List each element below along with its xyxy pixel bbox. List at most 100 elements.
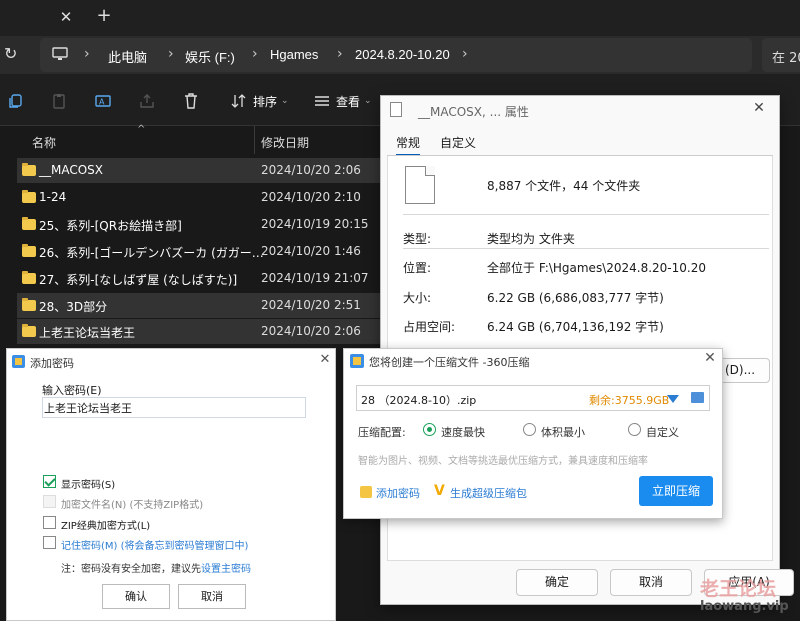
- list-item[interactable]: 上老王论坛当老王 2024/10/20 2:06: [17, 319, 387, 344]
- 360zip-logo-icon: [350, 354, 364, 368]
- list-item[interactable]: 28、3D部分 2024/10/20 2:51: [17, 293, 387, 318]
- vip-icon: V: [434, 483, 445, 499]
- remember-password-label[interactable]: 记住密码(M) (将会备忘到密码管理窗口中): [61, 537, 248, 552]
- breadcrumb-separator: ›: [252, 46, 258, 62]
- file-name: __MACOSX: [39, 163, 104, 177]
- refresh-icon[interactable]: ↻: [4, 45, 22, 63]
- share-icon[interactable]: [138, 92, 156, 110]
- paste-icon[interactable]: [50, 92, 68, 110]
- close-icon[interactable]: ✕: [317, 352, 333, 368]
- copy-icon[interactable]: [6, 92, 24, 110]
- breadcrumb-separator: ›: [337, 46, 343, 62]
- cancel-button[interactable]: 取消: [610, 569, 692, 596]
- super-pack-link[interactable]: 生成超级压缩包: [450, 485, 527, 501]
- monitor-icon: [52, 47, 68, 60]
- cancel-button[interactable]: 取消: [178, 584, 246, 609]
- folder-icon: [22, 244, 36, 257]
- config-label: 压缩配置:: [358, 426, 406, 439]
- remember-password-checkbox[interactable]: [43, 536, 56, 549]
- close-icon[interactable]: ✕: [749, 100, 769, 120]
- breadcrumb-drive[interactable]: 娱乐 (F:): [185, 47, 235, 66]
- close-icon[interactable]: ✕: [701, 350, 719, 368]
- folder-icon: [22, 271, 36, 284]
- confirm-button[interactable]: 确认: [102, 584, 170, 609]
- show-password-label[interactable]: 显示密码(S): [61, 476, 115, 491]
- set-master-password-link[interactable]: 设置主密码: [201, 564, 251, 575]
- ok-button[interactable]: 确定: [516, 569, 598, 596]
- list-item[interactable]: 1-24 2024/10/20 2:10: [17, 185, 387, 210]
- document-icon: [390, 102, 402, 117]
- password-value: 上老王论坛当老王: [44, 402, 132, 415]
- add-password-link[interactable]: 添加密码: [376, 485, 420, 501]
- list-item[interactable]: __MACOSX 2024/10/20 2:06: [17, 158, 387, 183]
- free-space: 剩余:3755.9GB: [589, 394, 670, 407]
- files-summary: 8,887 个文件，44 个文件夹: [487, 179, 641, 193]
- rename-icon[interactable]: A: [94, 92, 112, 110]
- view-menu-label[interactable]: 查看: [336, 93, 360, 110]
- list-item[interactable]: 27、系列-[なしばず屋 (なしばすた)] 2024/10/19 21:07: [17, 266, 387, 291]
- compress-dialog: 您将创建一个压缩文件 -360压缩 ✕ 28 （2024.8-10）.zip 剩…: [343, 348, 723, 519]
- show-password-checkbox[interactable]: [43, 475, 56, 488]
- chevron-down-icon: ⌄: [364, 96, 372, 106]
- disk-size-value: 6.24 GB (6,704,136,192 字节): [487, 320, 664, 334]
- location-value: 全部位于 F:\Hgames\2024.8.20-10.20: [487, 261, 706, 275]
- column-header-name[interactable]: 名称: [32, 134, 56, 151]
- column-divider[interactable]: [254, 126, 255, 154]
- sort-menu-label[interactable]: 排序: [253, 93, 277, 110]
- type-label: 类型:: [403, 232, 432, 246]
- radio-custom-label[interactable]: 自定义: [646, 424, 679, 440]
- sort-icon[interactable]: [230, 92, 248, 110]
- column-header-date[interactable]: 修改日期: [261, 134, 309, 151]
- folder-icon: [22, 217, 36, 230]
- sort-caret-icon: ^: [137, 124, 146, 135]
- multiple-files-icon: [405, 166, 435, 204]
- compress-now-button[interactable]: 立即压缩: [639, 476, 713, 506]
- breadcrumb-this-pc[interactable]: 此电脑: [108, 47, 147, 66]
- search-box[interactable]: 在 20: [762, 38, 800, 72]
- properties-title: __MACOSX, ... 属性: [418, 105, 529, 119]
- size-value: 6.22 GB (6,686,083,777 字节): [487, 291, 664, 305]
- tab-custom[interactable]: 自定义: [440, 134, 476, 151]
- radio-fastest[interactable]: [423, 423, 436, 436]
- add-password-title: 添加密码: [30, 357, 74, 370]
- encrypt-filename-label: 加密文件名(N) (不支持ZIP格式): [61, 500, 204, 511]
- attributes-button[interactable]: (D)...: [718, 358, 770, 383]
- svg-text:A: A: [99, 98, 105, 107]
- chevron-down-icon: ⌄: [281, 96, 289, 106]
- file-name: 25、系列-[QRお絵描き部]: [39, 219, 182, 233]
- add-password-dialog: 添加密码 ✕ 输入密码(E) 上老王论坛当老王 显示密码(S) 加密文件名(N)…: [6, 348, 336, 621]
- file-date: 2024/10/19 21:07: [261, 271, 369, 285]
- divider: [403, 248, 769, 249]
- breadcrumb-hgames[interactable]: Hgames: [270, 47, 318, 62]
- file-date: 2024/10/20 2:51: [261, 298, 361, 312]
- close-tab-icon[interactable]: ✕: [57, 8, 75, 26]
- encrypt-filename-checkbox: [43, 495, 56, 508]
- address-bar[interactable]: › 此电脑 › 娱乐 (F:) › Hgames › 2024.8.20-10.…: [40, 38, 752, 72]
- radio-smallest-label[interactable]: 体积最小: [541, 424, 585, 440]
- file-date: 2024/10/20 2:06: [261, 324, 361, 338]
- delete-icon[interactable]: [182, 92, 200, 110]
- view-icon[interactable]: [313, 92, 331, 110]
- security-note-text: 注：密码没有安全加密，建议先: [61, 564, 201, 575]
- file-date: 2024/10/20 2:06: [261, 163, 361, 177]
- archive-path-field[interactable]: 28 （2024.8-10）.zip 剩余:3755.9GB: [356, 385, 710, 411]
- password-label: 输入密码(E): [42, 384, 102, 397]
- breadcrumb-current-folder[interactable]: 2024.8.20-10.20: [355, 47, 450, 62]
- password-input[interactable]: 上老王论坛当老王: [42, 397, 306, 418]
- zip-classic-label[interactable]: ZIP经典加密方式(L): [61, 517, 150, 532]
- folder-icon: [22, 163, 36, 176]
- new-tab-icon[interactable]: +: [95, 7, 113, 25]
- file-name: 26、系列-[ゴールデンバズーカ (ガガー…: [39, 246, 264, 260]
- tab-general[interactable]: 常规: [396, 134, 421, 156]
- breadcrumb-separator: ›: [84, 46, 90, 62]
- radio-fastest-label[interactable]: 速度最快: [441, 424, 485, 440]
- radio-smallest[interactable]: [523, 423, 536, 436]
- list-item[interactable]: 25、系列-[QRお絵描き部] 2024/10/19 20:15: [17, 212, 387, 237]
- browse-folder-icon[interactable]: [691, 392, 704, 403]
- disk-size-label: 占用空间:: [403, 320, 456, 334]
- dropdown-arrow-icon[interactable]: [667, 395, 679, 403]
- radio-custom[interactable]: [628, 423, 641, 436]
- search-placeholder: 在 20: [772, 51, 800, 66]
- zip-classic-checkbox[interactable]: [43, 516, 56, 529]
- list-item[interactable]: 26、系列-[ゴールデンバズーカ (ガガー… 2024/10/20 1:46: [17, 239, 387, 264]
